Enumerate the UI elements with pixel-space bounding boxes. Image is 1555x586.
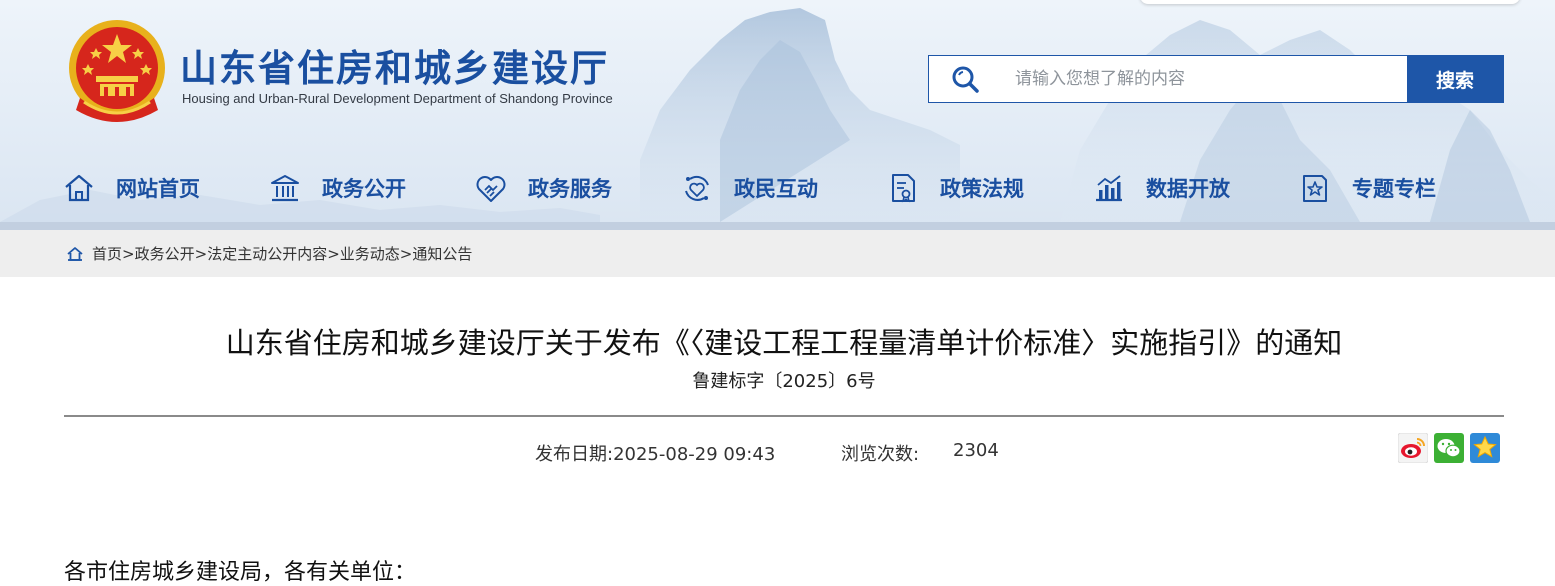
search-icon[interactable]	[929, 56, 1001, 102]
views-label: 浏览次数:	[841, 444, 920, 465]
nav-label: 网站首页	[116, 177, 200, 201]
breadcrumb-separator: >	[122, 245, 135, 263]
publish-date-label: 发布日期:	[535, 444, 614, 465]
main-nav: 网站首页 政务公开 政务服务 政民互动 政策法规 数据开放 专题专栏	[0, 160, 1555, 216]
header-divider	[0, 222, 1555, 230]
breadcrumb-home[interactable]: 首页	[92, 245, 122, 263]
site-subtitle: Housing and Urban-Rural Development Depa…	[182, 91, 613, 106]
star-folder-icon	[1303, 175, 1327, 202]
nav-label: 政务服务	[528, 177, 612, 201]
breadcrumb-gov-affairs[interactable]: 政务公开	[135, 245, 195, 263]
breadcrumb-statutory-disclosure[interactable]: 法定主动公开内容	[207, 245, 327, 263]
search-bar: 搜索	[928, 55, 1504, 103]
publish-date: 发布日期:2025-08-29 09:43	[535, 440, 775, 466]
article-title: 山东省住房和城乡建设厅关于发布《〈建设工程工程量清单计价标准〉实施指引》的通知	[225, 326, 1343, 360]
breadcrumb-notices[interactable]: 通知公告	[412, 245, 472, 263]
breadcrumb-separator: >	[194, 245, 208, 263]
nav-item-gov-affairs[interactable]: 政务公开	[268, 160, 406, 216]
search-button[interactable]: 搜索	[1407, 56, 1503, 102]
breadcrumb-separator: >	[399, 245, 413, 263]
nav-label: 数据开放	[1146, 177, 1230, 201]
views-count: 2304	[953, 440, 999, 461]
nav-label: 政务公开	[322, 177, 406, 201]
site-title: 山东省住房和城乡建设厅	[180, 47, 609, 90]
handshake-icon	[476, 176, 506, 202]
document-icon	[892, 174, 915, 203]
interaction-icon	[685, 176, 709, 201]
nav-label: 政民互动	[734, 177, 818, 201]
national-emblem-icon	[69, 20, 165, 122]
nav-item-home[interactable]: 网站首页	[62, 160, 200, 216]
home-icon	[65, 174, 93, 202]
nav-label: 政策法规	[940, 177, 1024, 201]
title-divider	[64, 415, 1504, 417]
bar-chart-icon	[1096, 175, 1122, 202]
breadcrumb-separator: >	[327, 245, 340, 263]
favorite-star-icon[interactable]	[1470, 433, 1500, 463]
government-building-icon	[271, 175, 299, 202]
nav-item-interaction[interactable]: 政民互动	[680, 160, 818, 216]
breadcrumb-business-news[interactable]: 业务动态	[340, 245, 400, 263]
breadcrumb-trail: 首页>政务公开>法定主动公开内容>业务动态>通知公告	[92, 243, 472, 264]
site-header: 山东省住房和城乡建设厅 Housing and Urban-Rural Deve…	[0, 0, 1555, 222]
nav-item-open-data[interactable]: 数据开放	[1092, 160, 1230, 216]
nav-item-gov-services[interactable]: 政务服务	[474, 160, 612, 216]
document-number: 鲁建标字〔2025〕6号	[692, 371, 876, 392]
salutation: 各市住房城乡建设局，各有关单位：	[64, 560, 417, 585]
nav-item-policy[interactable]: 政策法规	[886, 160, 1024, 216]
home-icon[interactable]	[66, 245, 84, 263]
publish-date-value: 2025-08-29 09:43	[613, 444, 776, 465]
weibo-icon[interactable]	[1398, 433, 1428, 463]
search-input[interactable]	[1001, 56, 1407, 102]
wechat-icon[interactable]	[1434, 433, 1464, 463]
nav-item-topics[interactable]: 专题专栏	[1298, 160, 1436, 216]
breadcrumb: 首页>政务公开>法定主动公开内容>业务动态>通知公告	[0, 230, 1555, 277]
top-toolbar-edge	[1140, 0, 1520, 4]
nav-label: 专题专栏	[1352, 177, 1436, 201]
